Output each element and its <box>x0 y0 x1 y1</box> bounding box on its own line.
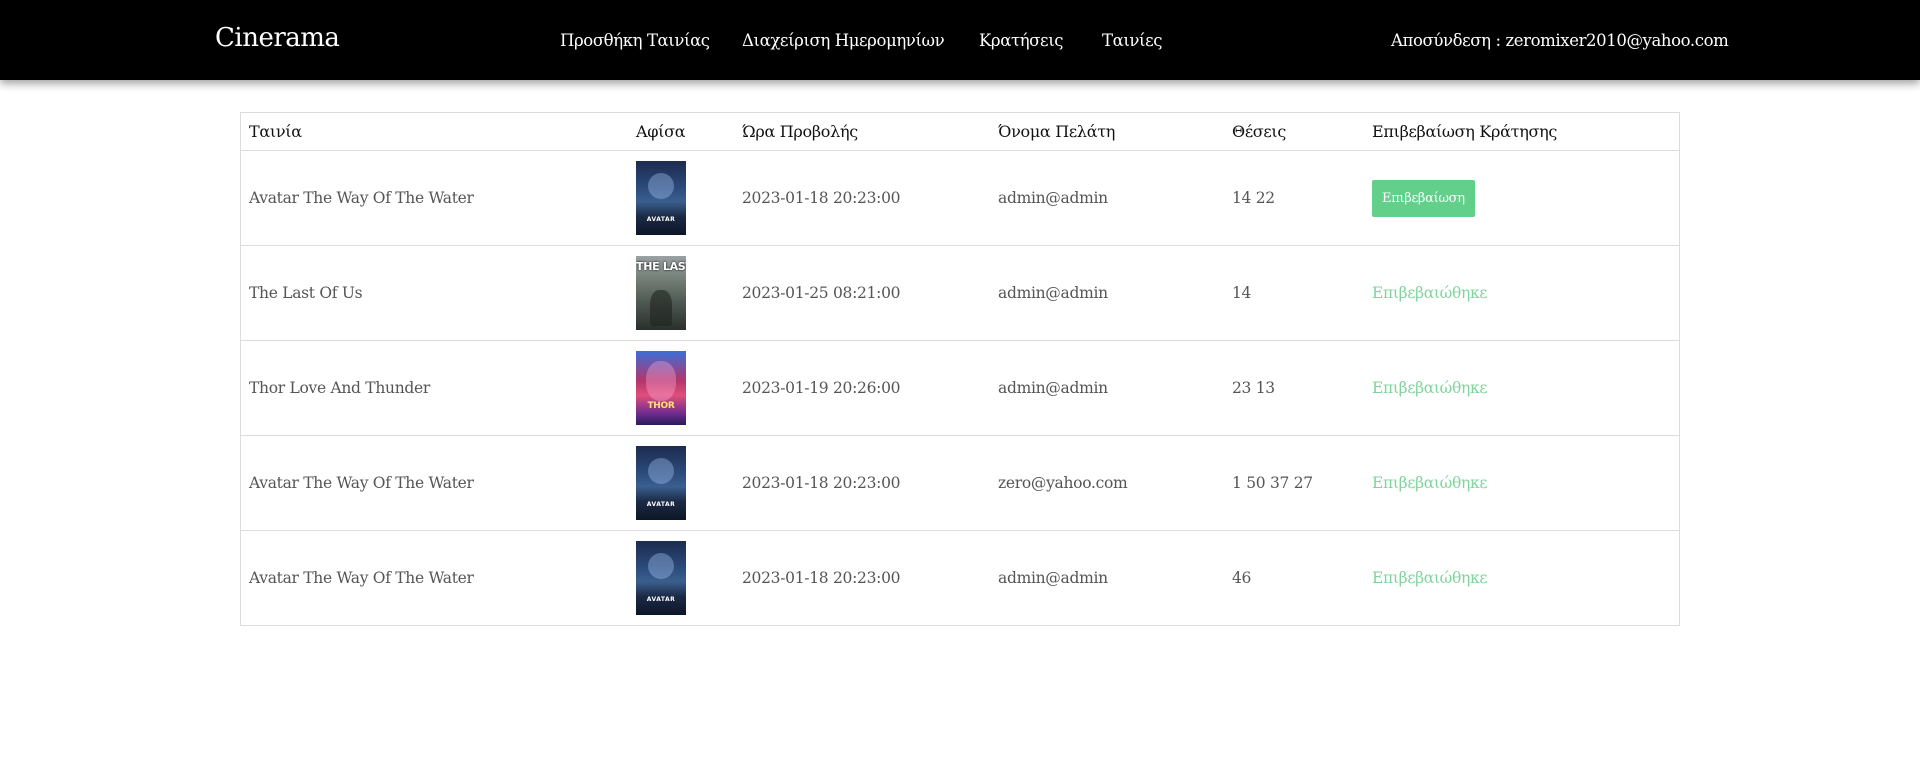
header-confirmation: Επιβεβαίωση Κράτησης <box>1364 113 1679 151</box>
confirmed-status: Επιβεβαιώθηκε <box>1372 284 1488 302</box>
confirmed-status: Επιβεβαιώθηκε <box>1372 379 1488 397</box>
movie-title: Thor Love And Thunder <box>241 340 628 436</box>
poster-cell: AVATAR <box>628 150 734 246</box>
header-showtime: Ώρα Προβολής <box>734 113 990 151</box>
showtime: 2023-01-18 20:23:00 <box>742 569 901 587</box>
poster-art <box>648 173 674 199</box>
confirmed-status: Επιβεβαιώθηκε <box>1372 474 1488 492</box>
movie-title: The Last Of Us <box>241 245 628 341</box>
confirmation-cell: Επιβεβαιώθηκε <box>1364 340 1679 436</box>
bookings-table: Ταινία Αφίσα Ώρα Προβολής Όνομα Πελάτη Θ… <box>241 113 1679 625</box>
table-row: Avatar The Way Of The Water AVATAR 2023-… <box>241 150 1679 246</box>
brand-logo[interactable]: Cinerama <box>215 23 340 53</box>
poster-title-text: AVATAR <box>646 216 676 223</box>
movie-poster-image: THE LAST OF US <box>636 256 686 330</box>
customer-name: admin@admin <box>990 150 1224 246</box>
header-movie: Ταινία <box>241 113 628 151</box>
confirmed-status: Επιβεβαιώθηκε <box>1372 569 1488 587</box>
movie-title: Avatar The Way Of The Water <box>249 569 474 587</box>
poster-art <box>650 290 672 326</box>
poster-art <box>648 458 674 484</box>
customer-name: zero@yahoo.com <box>990 435 1224 531</box>
poster-title-text: THE LAST OF US <box>636 260 686 273</box>
poster-cell: THE LAST OF US <box>628 245 734 341</box>
poster-cell: AVATAR <box>628 435 734 531</box>
seats: 14 <box>1224 245 1364 341</box>
customer-name: admin@admin <box>990 340 1224 436</box>
movie-poster-image: THOR <box>636 351 686 425</box>
nav-movies[interactable]: Ταινίες <box>1102 31 1163 50</box>
poster-cell: AVATAR <box>628 531 734 626</box>
confirmation-cell: Επιβεβαιώθηκε <box>1364 435 1679 531</box>
table-row: Avatar The Way Of The Water AVATAR 2023-… <box>241 435 1679 531</box>
movie-poster-image: AVATAR <box>636 446 686 520</box>
confirmation-cell: Επιβεβαιώθηκε <box>1364 245 1679 341</box>
customer-name: admin@admin <box>998 569 1108 587</box>
logout-link[interactable]: Αποσύνδεση : zeromixer2010@yahoo.com <box>1391 31 1729 50</box>
poster-title-text: AVATAR <box>646 501 676 508</box>
confirmation-cell: Επιβεβαίωση <box>1364 150 1679 246</box>
showtime: 2023-01-18 20:23:00 <box>734 150 990 246</box>
confirmation-cell: Επιβεβαιώθηκε <box>1364 531 1679 626</box>
bookings-table-container: Ταινία Αφίσα Ώρα Προβολής Όνομα Πελάτη Θ… <box>240 112 1680 626</box>
seats: 1 50 37 27 <box>1224 435 1364 531</box>
nav-bookings[interactable]: Κρατήσεις <box>979 31 1064 50</box>
table-row: Thor Love And Thunder THOR 2023-01-19 20… <box>241 340 1679 436</box>
poster-art <box>646 361 676 401</box>
seats: 46 <box>1232 569 1252 587</box>
poster-art <box>648 553 674 579</box>
movie-title: Avatar The Way Of The Water <box>241 435 628 531</box>
confirm-booking-button[interactable]: Επιβεβαίωση <box>1372 179 1475 217</box>
header-seats: Θέσεις <box>1224 113 1364 151</box>
table-header-row: Ταινία Αφίσα Ώρα Προβολής Όνομα Πελάτη Θ… <box>241 113 1679 151</box>
movie-poster-image: AVATAR <box>636 541 686 615</box>
table-row: The Last Of Us THE LAST OF US 2023-01-25… <box>241 245 1679 341</box>
poster-cell: THOR <box>628 340 734 436</box>
showtime: 2023-01-19 20:26:00 <box>734 340 990 436</box>
top-navbar: Cinerama Προσθήκη Ταινίας Διαχείριση Ημε… <box>0 0 1920 80</box>
showtime: 2023-01-18 20:23:00 <box>734 435 990 531</box>
header-customer: Όνομα Πελάτη <box>990 113 1224 151</box>
customer-name: admin@admin <box>990 245 1224 341</box>
seats: 23 13 <box>1224 340 1364 436</box>
nav-add-movie[interactable]: Προσθήκη Ταινίας <box>560 31 710 50</box>
header-poster: Αφίσα <box>628 113 734 151</box>
seats: 14 22 <box>1224 150 1364 246</box>
table-row: Avatar The Way Of The Water AVATAR 2023-… <box>241 531 1679 626</box>
movie-poster-image: AVATAR <box>636 161 686 235</box>
movie-title: Avatar The Way Of The Water <box>241 150 628 246</box>
nav-manage-dates[interactable]: Διαχείριση Ημερομηνίων <box>742 31 945 50</box>
poster-title-text: THOR <box>647 401 675 411</box>
poster-title-text: AVATAR <box>646 596 676 603</box>
showtime: 2023-01-25 08:21:00 <box>734 245 990 341</box>
